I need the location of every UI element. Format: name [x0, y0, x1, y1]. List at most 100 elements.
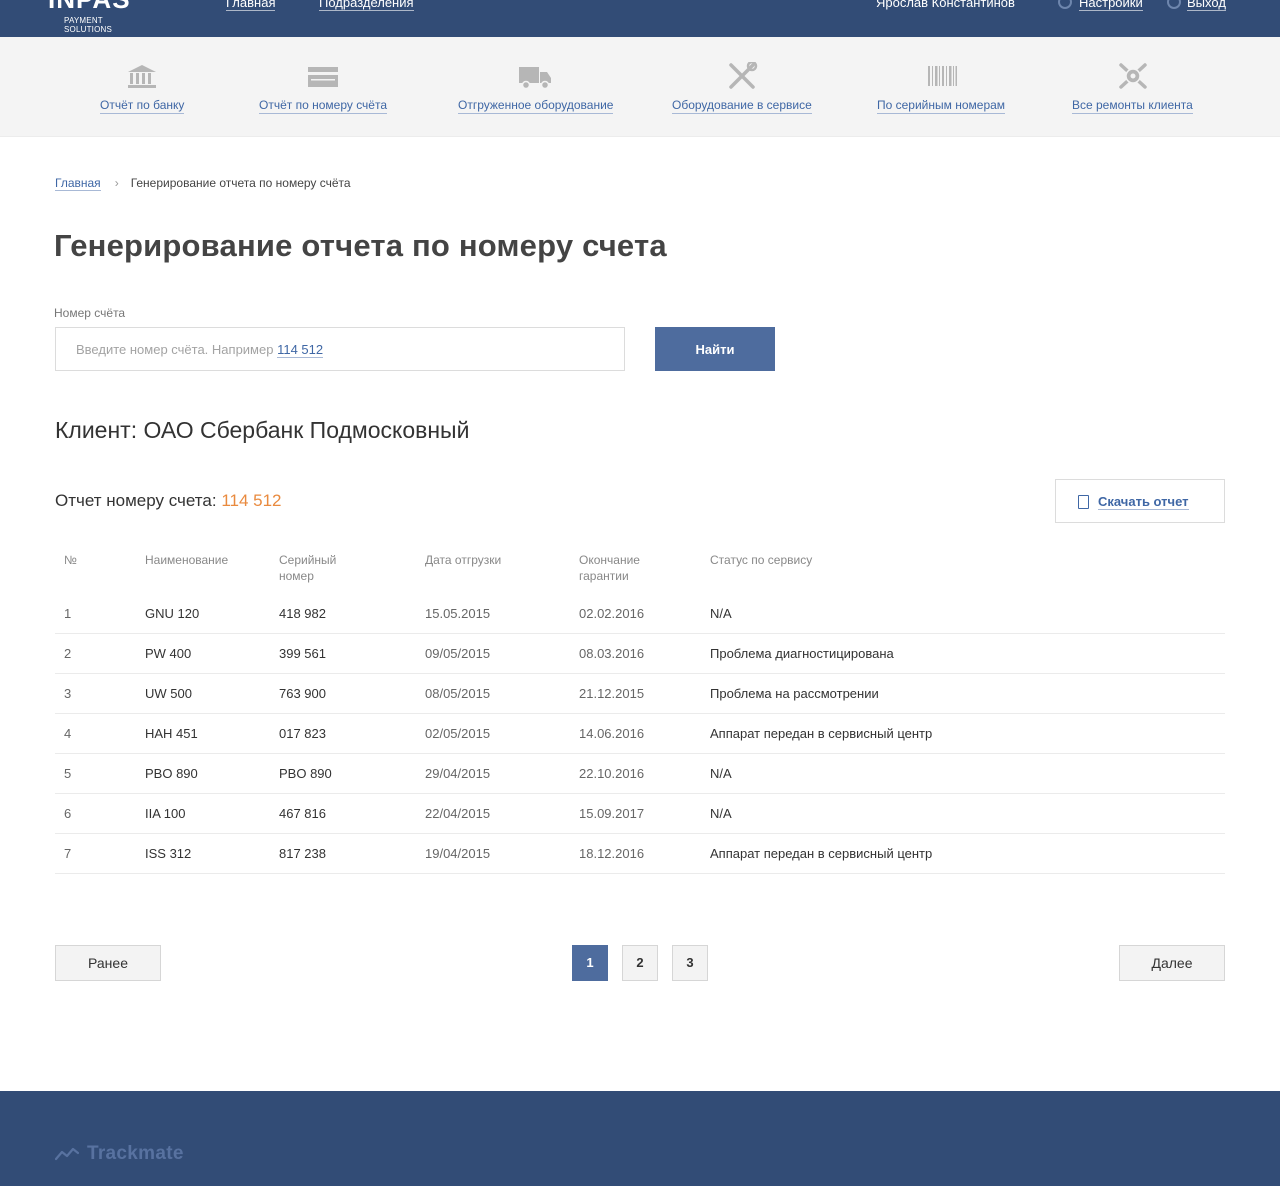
cell-service-status: N/A: [710, 766, 732, 781]
column-header-ship-date: Дата отгрузки: [425, 552, 501, 568]
table-row: 3 UW 500 763 900 08/05/2015 21.12.2015 Пробле…: [55, 674, 1225, 714]
cell-row-number: 6: [64, 806, 72, 821]
cell-ship-date: 02/05/2015: [425, 726, 491, 741]
cell-service-status: Аппарат передан в сервисный центр: [710, 846, 933, 861]
cell-row-number: 3: [64, 686, 72, 701]
cell-service-status: N/A: [710, 806, 732, 821]
cell-service-status: Проблема диагностицирована: [710, 646, 894, 661]
barcode-icon: [928, 66, 957, 86]
repairs-icon: [1119, 63, 1147, 89]
report-heading-label: Отчет номеру счета:: [55, 491, 217, 510]
column-header-serial-line1: Серийный: [279, 553, 337, 567]
tool-serial-numbers[interactable]: По серийным номерам: [877, 37, 1006, 137]
cell-service-status: Аппарат передан в сервисный центр: [710, 726, 933, 741]
breadcrumb: Главная › Генерирование отчета по номеру с…: [55, 176, 351, 191]
breadcrumb-home-link[interactable]: Главная: [55, 176, 101, 191]
nav-departments-link[interactable]: Подразделения: [319, 0, 414, 11]
tool-equipment-in-service[interactable]: Оборудование в сервисе: [672, 37, 812, 137]
cell-service-status: Проблема на рассмотрении: [710, 686, 879, 701]
table-header: № Наименование Серийный номер Дата отгруз…: [55, 550, 1225, 594]
tool-bank-report[interactable]: Отчёт по банку: [100, 37, 185, 137]
gear-icon[interactable]: [1058, 0, 1072, 9]
table-row: 5 PBO 890 PBO 890 29/04/2015 22.10.2016 N/A: [55, 754, 1225, 794]
logo-mark: INPAS: [48, 0, 131, 15]
column-header-warranty-line2: гарантии: [579, 569, 629, 583]
footer: Trackmate: [0, 1091, 1280, 1186]
cell-warranty-end: 14.06.2016: [579, 726, 645, 741]
cell-equipment-name: PBO 890: [145, 766, 198, 781]
cell-equipment-name: HAH 451: [145, 726, 198, 741]
tool-shipped-equipment-label: Отгруженное оборудование: [458, 98, 614, 114]
client-name: Клиент: ОАО Сбербанк Подмосковный: [55, 417, 470, 443]
cell-equipment-name: IIA 100: [145, 806, 186, 821]
chevron-right-icon: ›: [114, 176, 119, 190]
previous-page-button[interactable]: Ранее: [55, 945, 161, 981]
cell-equipment-name: PW 400: [145, 646, 192, 661]
tool-shipped-equipment[interactable]: Отгруженное оборудование: [458, 37, 614, 137]
cell-serial-number: 467 816: [279, 806, 326, 821]
table-body: 1 GNU 120 418 982 15.05.2015 02.02.2016 N/A 2 P…: [55, 594, 1225, 874]
cell-ship-date: 08/05/2015: [425, 686, 491, 701]
cell-warranty-end: 15.09.2017: [579, 806, 645, 821]
cell-warranty-end: 22.10.2016: [579, 766, 645, 781]
settings-link[interactable]: Настройки: [1079, 0, 1143, 11]
cell-warranty-end: 02.02.2016: [579, 606, 645, 621]
cell-equipment-name: GNU 120: [145, 606, 200, 621]
table-row: 4 HAH 451 017 823 02/05/2015 14.06.2016 Аппар…: [55, 714, 1225, 754]
footer-brand[interactable]: Trackmate: [87, 1143, 184, 1165]
cell-equipment-name: UW 500: [145, 686, 192, 701]
top-bar: INPAS PAYMENT SOLUTIONS Главная Подразде…: [0, 0, 1280, 37]
page-2-button[interactable]: 2: [622, 945, 658, 981]
account-number-field: Введите номер счёта. Например 114 512: [55, 327, 625, 371]
report-toolbar: Отчёт по банку Отчёт по номеру счёта Отг…: [0, 37, 1280, 137]
tool-bank-report-label: Отчёт по банку: [100, 98, 185, 114]
account-number-input[interactable]: [56, 328, 624, 370]
column-header-warranty-end: Окончание гарантии: [579, 552, 640, 584]
tool-all-repairs-label: Все ремонты клиента: [1072, 98, 1193, 114]
tool-all-repairs[interactable]: Все ремонты клиента: [1072, 37, 1193, 137]
page-title: Генерирование отчета по номеру счета: [54, 228, 667, 263]
cell-row-number: 2: [64, 646, 72, 661]
cell-row-number: 1: [64, 606, 72, 621]
cell-serial-number: 399 561: [279, 646, 326, 661]
cell-ship-date: 19/04/2015: [425, 846, 491, 861]
table-row: 6 IIA 100 467 816 22/04/2015 15.09.2017 N/A: [55, 794, 1225, 834]
logo[interactable]: INPAS PAYMENT SOLUTIONS: [48, 0, 148, 34]
cell-warranty-end: 08.03.2016: [579, 646, 645, 661]
page-1-button[interactable]: 1: [572, 945, 608, 981]
cell-warranty-end: 18.12.2016: [579, 846, 645, 861]
column-header-service-status: Статус по сервису: [710, 552, 812, 568]
tool-serial-numbers-label: По серийным номерам: [877, 98, 1006, 114]
account-number-label: Номер счёта: [54, 306, 126, 320]
cell-service-status: N/A: [710, 606, 732, 621]
cell-ship-date: 29/04/2015: [425, 766, 491, 781]
column-header-number-text: №: [64, 553, 77, 567]
logout-link[interactable]: Выход: [1187, 0, 1226, 11]
cell-serial-number: 817 238: [279, 846, 326, 861]
bank-icon: [128, 65, 156, 88]
find-button[interactable]: Найти: [655, 327, 775, 371]
cell-warranty-end: 21.12.2015: [579, 686, 645, 701]
nav-home-link[interactable]: Главная: [226, 0, 276, 11]
cell-serial-number: 017 823: [279, 726, 326, 741]
truck-icon: [519, 67, 551, 90]
column-header-number: №: [64, 552, 77, 568]
download-report-button[interactable]: Скачать отчет: [1055, 479, 1225, 523]
cell-serial-number: 763 900: [279, 686, 326, 701]
tools-icon: [729, 62, 758, 89]
cell-equipment-name: ISS 312: [145, 846, 192, 861]
column-header-serial: Серийный номер: [279, 552, 336, 584]
column-header-name: Наименование: [145, 552, 228, 568]
column-header-service-status-text: Статус по сервису: [710, 553, 813, 567]
page-3-button[interactable]: 3: [672, 945, 708, 981]
equipment-table: № Наименование Серийный номер Дата отгруз…: [55, 550, 1225, 874]
next-page-button[interactable]: Далее: [1119, 945, 1225, 981]
tool-account-report[interactable]: Отчёт по номеру счёта: [259, 37, 388, 137]
power-icon[interactable]: [1167, 0, 1181, 9]
card-icon: [308, 67, 338, 87]
table-row: 2 PW 400 399 561 09/05/2015 08.03.2016 Пробле…: [55, 634, 1225, 674]
tool-equipment-in-service-label: Оборудование в сервисе: [672, 98, 812, 114]
user-name: Ярослав Константинов: [876, 0, 1015, 10]
cell-row-number: 5: [64, 766, 72, 781]
cell-serial-number: 418 982: [279, 606, 326, 621]
